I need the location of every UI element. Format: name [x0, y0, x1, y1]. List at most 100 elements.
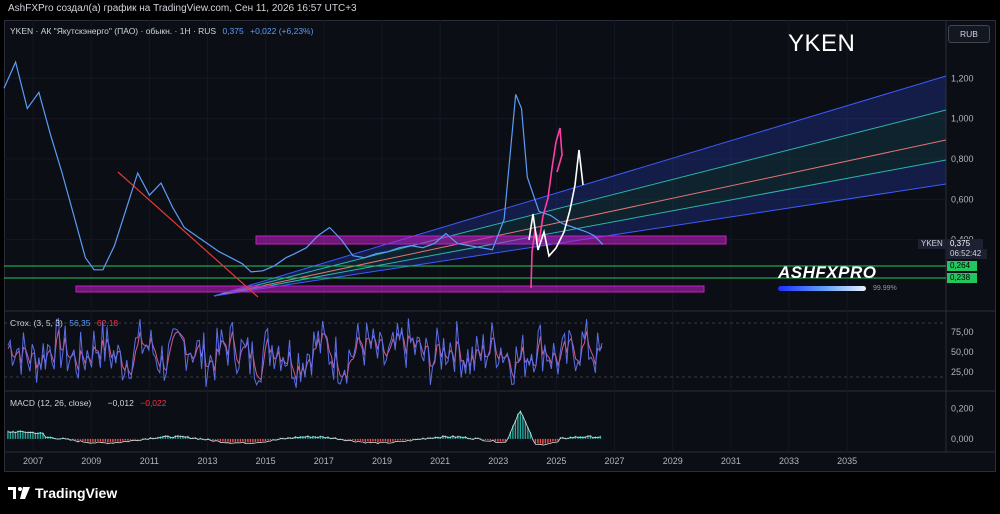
macd-histogram-bar [227, 438, 229, 442]
macd-histogram-bar [489, 438, 492, 441]
macd-histogram-bar [372, 438, 374, 442]
macd-histogram-bar [387, 438, 389, 443]
macd-histogram-bar [92, 438, 94, 442]
macd-histogram-bar [399, 438, 402, 441]
stoch-legend-k: 56,35 [69, 318, 91, 328]
macd-histogram-bar [587, 435, 589, 439]
time-axis[interactable]: 2007 2009 2011 2013 2015 2017 2019 2021 2023 2025… [23, 456, 857, 466]
macd-histogram-bar [267, 438, 269, 441]
macd-histogram-bar [222, 438, 224, 442]
brand-name: ASHFXPRO [778, 263, 877, 282]
chart-svg[interactable]: 1,2001,0000,8000,6000,400 75,0050,0025,0… [0, 0, 1000, 514]
macd-histogram-bar [519, 410, 522, 439]
support-zone [75, 285, 705, 293]
macd-histogram-bar [522, 415, 524, 439]
macd-histogram-bar [234, 438, 237, 442]
macd-histogram-bar [352, 438, 354, 441]
macd-histogram-bar [384, 438, 387, 442]
macd-histogram-bar [264, 438, 267, 442]
time-axis-label: 2011 [140, 456, 159, 466]
macd-histogram-bar [237, 438, 239, 442]
macd-histogram-bar [204, 438, 207, 440]
price-axis[interactable]: 1,2001,0000,8000,6000,400 [951, 73, 974, 244]
macd-histogram-bar [504, 438, 507, 442]
macd-histogram-bar [84, 438, 87, 442]
stoch-axis-label: 50,00 [951, 347, 974, 357]
brand-percent: 99.99% [873, 285, 897, 292]
macd-histogram-bar [224, 438, 227, 442]
time-axis-label: 2007 [23, 456, 43, 466]
level-tag-1: 0,264 [947, 261, 977, 271]
macd-histogram-bar [344, 438, 347, 440]
macd-legend-v1: −0,012 [107, 398, 134, 408]
macd-axis[interactable]: 0,200 0,000 [951, 404, 974, 444]
macd-histogram-bar [392, 438, 394, 442]
macd-histogram-bar [539, 438, 542, 444]
time-axis-label: 2025 [546, 456, 566, 466]
macd-histogram-bar [349, 438, 352, 440]
macd-histogram-bar [99, 438, 102, 442]
time-axis-label: 2015 [256, 456, 276, 466]
macd-histogram-bar [134, 438, 137, 440]
macd-histogram-bar [487, 438, 489, 441]
macd-histogram-bar [72, 438, 74, 440]
macd-histogram-bar [269, 438, 272, 441]
macd-histogram-bar [114, 438, 117, 442]
price-axis-label: 1,200 [951, 73, 974, 83]
macd-histogram-bar [382, 438, 384, 442]
macd-histogram-bar [89, 438, 92, 443]
macd-histogram-bar [242, 438, 244, 442]
macd-histogram-bar [374, 438, 377, 442]
macd-histogram-bar [347, 438, 349, 440]
macd-histogram-bar [104, 438, 107, 442]
time-axis-label: 2035 [837, 456, 857, 466]
macd-histogram-bar [542, 438, 544, 445]
macd-histogram-bar [589, 435, 592, 439]
stoch-axis-label: 25,00 [951, 367, 974, 377]
macd-histogram-bar [379, 438, 382, 442]
macd-histogram-bar [404, 438, 407, 441]
stoch-axis[interactable]: 75,00 50,00 25,00 [951, 327, 974, 377]
macd-histogram-bar [94, 438, 97, 443]
resistance-zone [255, 235, 727, 245]
macd-legend[interactable]: MACD (12, 26, close) −0,012 −0,022 [10, 398, 167, 408]
macd-histogram-bar [82, 438, 84, 441]
macd-histogram-bar [259, 438, 262, 442]
macd-histogram-bar [549, 438, 552, 443]
main-legend-change: +0,022 (+6,23%) [250, 26, 314, 36]
time-axis-label: 2027 [605, 456, 625, 466]
macd-histogram-bar [124, 438, 127, 441]
macd-histogram-bar [244, 438, 247, 443]
macd-histogram-bar [414, 438, 417, 440]
macd-histogram-bar [107, 438, 109, 443]
macd-histogram-bar [492, 438, 494, 440]
main-legend-price: 0,375 [222, 26, 244, 36]
macd-histogram-bar [537, 438, 539, 444]
macd-histogram-bar [109, 438, 112, 442]
macd-histogram-bar [499, 438, 502, 442]
macd-histogram-bar [167, 435, 169, 439]
macd-histogram-bar [362, 438, 364, 441]
macd-histogram-bar [482, 438, 484, 440]
macd-histogram-bar [249, 438, 252, 443]
macd-legend-v2: −0,022 [140, 398, 167, 408]
stoch-legend[interactable]: Стох. (3, 5, 3) 56,35 62,18 [10, 318, 118, 328]
main-legend[interactable]: YKEN · АК "Якутскэнерго" (ПАО) · обыкн. … [10, 26, 313, 36]
macd-histogram-bar [517, 413, 519, 439]
macd-histogram-bar [484, 438, 487, 441]
macd-histogram-bar [164, 435, 167, 439]
macd-histogram-bar [177, 435, 179, 439]
macd-histogram-bar [119, 438, 122, 442]
time-axis-label: 2021 [430, 456, 450, 466]
main-legend-title: YKEN · АК "Якутскэнерго" (ПАО) · обыкн. … [10, 26, 217, 36]
macd-histogram-bar [74, 438, 77, 440]
tradingview-footer[interactable]: TradingView [8, 484, 117, 502]
macd-histogram-bar [127, 438, 129, 441]
macd-line [7, 410, 601, 446]
macd-histogram-bar [214, 438, 217, 440]
time-axis-label: 2013 [198, 456, 218, 466]
level-tag-2: 0,238 [947, 273, 977, 283]
currency-button[interactable]: RUB [948, 25, 990, 43]
macd-histogram-bar [217, 438, 219, 440]
macd-histogram-bar [339, 438, 342, 440]
